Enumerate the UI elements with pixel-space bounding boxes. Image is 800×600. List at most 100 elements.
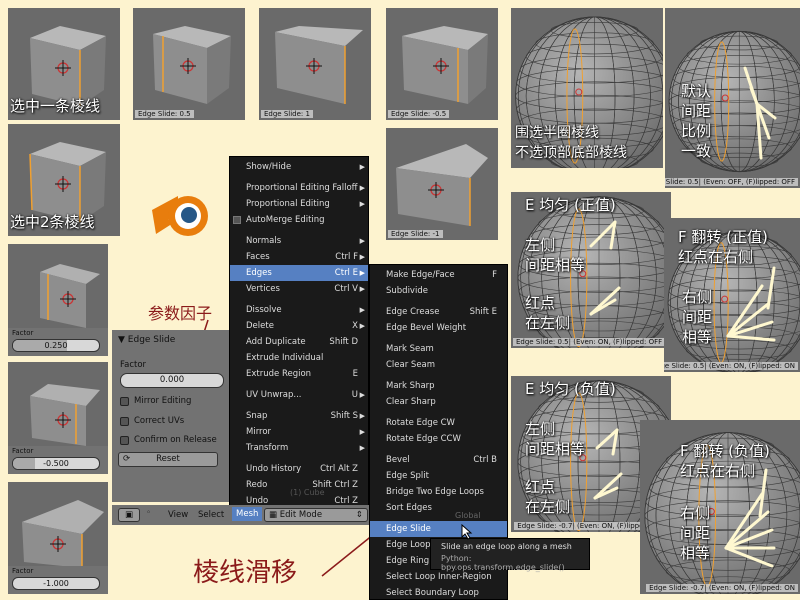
menu-item-label: Extrude Individual	[246, 353, 324, 363]
even-neg-red-2: 在左侧	[525, 498, 571, 516]
global-ghost: Global	[455, 511, 481, 520]
menu-item-label: Bevel	[386, 455, 410, 465]
mesh-menu-item-add-duplicate[interactable]: Add Duplicate Shift D	[230, 334, 368, 350]
factor-slider[interactable]: -0.500	[12, 457, 100, 470]
edges-menu-item-bevel[interactable]: Bevel Ctrl B	[370, 452, 507, 468]
mesh-menu-item-proportional-editing[interactable]: Proportional Editing ▶	[230, 196, 368, 212]
menu-item-label: Edge Loop	[386, 540, 431, 550]
mesh-menu-item-automerge-editing[interactable]: AutoMerge Editing	[230, 212, 368, 228]
factor-slider[interactable]: 0.250	[12, 339, 100, 352]
menu-item-label: Rotate Edge CW	[386, 418, 455, 428]
view3d-header: ▣ ◦ View Select Mesh ▦ Edit Mode ⇕	[112, 505, 370, 525]
edges-menu-item-rotate-edge-cw[interactable]: Rotate Edge CW	[370, 415, 507, 431]
even-pos-left-2: 间距相等	[525, 256, 586, 274]
mode-select[interactable]: ▦ Edit Mode ⇕	[264, 508, 368, 522]
mesh-menu-item-transform[interactable]: Transform ▶	[230, 440, 368, 456]
menu-item-label: Dissolve	[246, 305, 282, 315]
collapse-arrow-icon[interactable]: ▼	[118, 335, 125, 345]
edges-menu-item-edge-crease[interactable]: Edge Crease Shift E	[370, 304, 507, 320]
even-neg-title: E 均匀 (负值)	[525, 380, 616, 398]
factor-value: 0.000	[159, 375, 185, 385]
viewport-sphere-default: 默认 间距 比例 一致 Edge Slide: 0.5| (Even: OFF,…	[665, 8, 800, 188]
edges-menu-item-sort-edges[interactable]: Sort Edges	[370, 500, 507, 516]
submenu-arrow-icon: ▶	[359, 412, 365, 420]
edges-menu-item-make-edge-face[interactable]: Make Edge/Face F	[370, 267, 507, 283]
mesh-menu-item-proportional-editing-falloff[interactable]: Proportional Editing Falloff ▶	[230, 180, 368, 196]
mesh-menu-item-dissolve[interactable]: Dissolve ▶	[230, 302, 368, 318]
submenu-arrow-icon: ▶	[359, 184, 365, 192]
mesh-menu-item-extrude-region[interactable]: Extrude Region E	[230, 366, 368, 382]
menu-item-label: Proportional Editing Falloff	[246, 183, 358, 193]
menu-item-shortcut: Ctrl V	[334, 284, 358, 294]
edges-menu-item-edge-bevel-weight[interactable]: Edge Bevel Weight	[370, 320, 507, 336]
menu-item-label: Transform	[246, 443, 289, 453]
edges-menu-item-edge-slide[interactable]: Edge Slide	[370, 521, 507, 537]
checkbox-icon[interactable]	[233, 216, 241, 224]
edges-menu-item-select-boundary-loop[interactable]: Select Boundary Loop	[370, 585, 507, 600]
edges-menu-item-clear-sharp[interactable]: Clear Sharp	[370, 394, 507, 410]
edges-menu-item-bridge-two-edge-loops[interactable]: Bridge Two Edge Loops	[370, 484, 507, 500]
factor-slider[interactable]: -1.000	[12, 577, 100, 590]
factor-field-group: Factor -0.500	[8, 446, 108, 474]
menu-item-shortcut: Shift D	[329, 337, 358, 347]
blender-logo-icon	[152, 196, 208, 236]
edges-menu-item-mark-sharp[interactable]: Mark Sharp	[370, 378, 507, 394]
menu-item-label: Mirror	[246, 427, 272, 437]
cube-shape	[30, 384, 100, 446]
edges-menu-item-mark-seam[interactable]: Mark Seam	[370, 341, 507, 357]
panel-header[interactable]: ▼ Edge Slide	[112, 330, 230, 350]
edges-menu-item-edge-split[interactable]: Edge Split	[370, 468, 507, 484]
mirror-editing-checkbox[interactable]	[120, 397, 129, 406]
mesh-menu-item-show-hide[interactable]: Show/Hide ▶	[230, 159, 368, 175]
mesh-menu-item-normals[interactable]: Normals ▶	[230, 233, 368, 249]
mode-label: Edit Mode	[279, 510, 323, 520]
menu-item-label: Mark Seam	[386, 344, 434, 354]
viewport-sphere-even-pos: E 均匀 (正值) 左侧 间距相等 红点 在左侧 Edge Slide: 0.5…	[511, 192, 671, 348]
mesh-menu-item-vertices[interactable]: Vertices Ctrl V ▶	[230, 281, 368, 297]
editor-type-icon[interactable]: ▣	[118, 508, 140, 522]
factor-field-group: Factor 0.250	[8, 328, 108, 356]
tooltip: Slide an edge loop along a mesh Python: …	[430, 538, 590, 572]
even-neg-left-2: 间距相等	[525, 440, 586, 458]
default-line-2: 间距	[681, 102, 712, 120]
cube-shape	[40, 264, 100, 328]
factor-value: -0.500	[43, 459, 69, 468]
edges-menu-item-clear-seam[interactable]: Clear Seam	[370, 357, 507, 373]
cube-shape	[402, 26, 488, 104]
menu-item-label: Show/Hide	[246, 162, 292, 172]
menu-item-label: Snap	[246, 411, 268, 421]
flip-neg-title: F 翻转 (负值)	[680, 442, 770, 460]
menu-item-shortcut: Ctrl F	[335, 252, 358, 262]
edges-menu-item-rotate-edge-ccw[interactable]: Rotate Edge CCW	[370, 431, 507, 447]
mesh-menu-item-extrude-individual[interactable]: Extrude Individual	[230, 350, 368, 366]
reset-button[interactable]: ⟳ Reset	[118, 452, 218, 467]
edge-slide-status: Edge Slide: -1	[388, 230, 443, 238]
mesh-menu-item-delete[interactable]: Delete X ▶	[230, 318, 368, 334]
mesh-menu-item-undo-history[interactable]: Undo History Ctrl Alt Z	[230, 461, 368, 477]
default-line-3: 比例	[681, 122, 712, 140]
caption-one-edge: 选中一条棱线	[10, 97, 101, 115]
edges-menu-item-subdivide[interactable]: Subdivide	[370, 283, 507, 299]
factor-field-group: Factor -1.000	[8, 566, 108, 594]
select-menu[interactable]: Select	[198, 510, 224, 520]
mode-icon: ▦	[269, 510, 280, 520]
confirm-release-checkbox[interactable]	[120, 436, 129, 445]
flip-neg-subtitle: 红点在右侧	[680, 462, 756, 480]
mesh-menu-item-faces[interactable]: Faces Ctrl F ▶	[230, 249, 368, 265]
submenu-arrow-icon: ▶	[359, 444, 365, 452]
factor-slider[interactable]: 0.000	[120, 373, 224, 388]
mesh-menu-button[interactable]: Mesh	[232, 507, 263, 521]
menu-item-label: Proportional Editing	[246, 199, 330, 209]
mesh-menu-item-edges[interactable]: Edges Ctrl E ▶	[230, 265, 368, 281]
menu-item-label: Delete	[246, 321, 274, 331]
mesh-menu-item-snap[interactable]: Snap Shift S ▶	[230, 408, 368, 424]
menu-item-shortcut: Ctrl B	[473, 455, 497, 465]
edge-slide-status: Edge Slide: -0.7| (Even: ON, (F)lipped: …	[646, 584, 798, 592]
mesh-menu-item-mirror[interactable]: Mirror ▶	[230, 424, 368, 440]
submenu-arrow-icon: ▶	[359, 322, 365, 330]
menu-item-shortcut: Ctrl E	[334, 268, 358, 278]
view-menu[interactable]: View	[168, 510, 188, 520]
correct-uvs-checkbox[interactable]	[120, 417, 129, 426]
mesh-menu-item-uv-unwrap[interactable]: UV Unwrap... U ▶	[230, 387, 368, 403]
flip-pos-r1: 右侧	[682, 288, 713, 306]
